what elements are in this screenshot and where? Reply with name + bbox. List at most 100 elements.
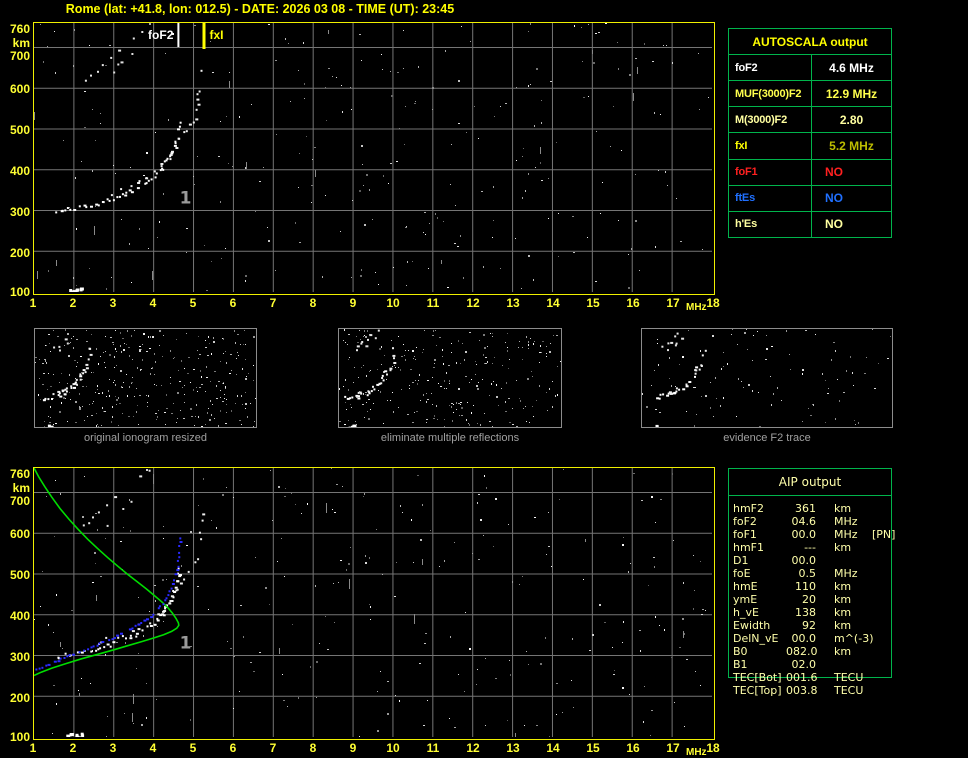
aip-cell: ymE [733,593,786,606]
x-tick-label: 2 [70,741,77,755]
x-tick-label: 14 [546,741,559,755]
y-tick-label: km [0,36,30,50]
autoscala-row-fxI: fxI5.2 MHz [729,132,891,158]
x-tick-label: 8 [310,296,317,310]
x-tick-label: 13 [506,296,519,310]
autoscala-row-value: NO [812,186,891,211]
y-tick-label: 200 [0,691,30,705]
aip-row-Ewidth: Ewidth92km [733,619,903,632]
x-tick-label: 11 [427,741,440,755]
y-tick-label: 500 [0,568,30,582]
y-tick-label: 100 [0,285,30,299]
aip-row-foF2: foF204.6 MHz [733,515,903,528]
aip-cell: MHz [834,528,872,541]
aip-row-D1: D100.0 [733,554,903,567]
x-tick-label: 5 [190,741,197,755]
aip-cell: km [834,645,872,658]
station-date-time-title: Rome (lat: +41.8, lon: 012.5) - DATE: 20… [0,2,520,16]
autoscala-row-MUF(3000)F2: MUF(3000)F212.9 MHz [729,80,891,106]
thumbnail-2-canvas [339,329,561,427]
x-tick-label: 16 [626,296,639,310]
y-tick-label: 300 [0,650,30,664]
autoscala-row-foF2: foF24.6 MHz [729,54,891,80]
x-tick-label: 7 [270,741,277,755]
autoscala-row-label: fxI [729,133,812,158]
aip-cell: foF2 [733,515,786,528]
top-ionogram-canvas: foF2fxI1 [34,23,712,292]
autoscala-row-label: foF2 [729,55,812,80]
thumbnail-1-caption: original ionogram resized [34,432,257,444]
y-tick-label: 100 [0,730,30,744]
aip-row-DelN_vE: DelN_vE00.0m^(-3) [733,632,903,645]
x-tick-label: 8 [310,741,317,755]
x-tick-label: 17 [666,296,679,310]
aip-cell: [PN] [872,528,895,541]
aip-cell: 02.0 [786,658,816,671]
aip-cell: h_vE [733,606,786,619]
aip-cell: 00.0 [786,554,816,567]
top-x-axis-unit: MHz [686,302,707,313]
autoscala-output-table: AUTOSCALA output foF24.6 MHzMUF(3000)F21… [728,28,892,238]
aip-cell: hmF2 [733,502,786,515]
y-tick-label: 700 [0,49,30,63]
thumbnail-3-canvas [642,329,892,427]
x-tick-label: 3 [110,741,117,755]
x-tick-label: 12 [466,741,479,755]
aip-cell: 001.6 [786,671,816,684]
thumbnail-eliminate-reflections [338,328,562,428]
aip-cell: 0.5 [786,567,816,580]
aip-row-TEC[Bot]: TEC[Bot]001.6 TECU [733,671,903,684]
x-tick-label: 3 [110,296,117,310]
aip-cell: MHz [834,515,872,528]
x-tick-label: 17 [666,741,679,755]
x-tick-label: 6 [230,296,237,310]
aip-cell: Ewidth [733,619,786,632]
aip-cell: km [834,502,872,515]
aip-row-foF1: foF100.0MHz[PN] [733,528,903,541]
autoscala-row-label: h'Es [729,212,812,237]
y-tick-label: 760 [0,467,30,481]
aip-cell: km [834,619,872,632]
y-tick-label: 600 [0,82,30,96]
aip-cell: 082.0 [786,645,816,658]
autoscala-row-ftEs: ftEsNO [729,185,891,211]
thumbnail-evidence-f2-trace [641,328,893,428]
aip-cell: --- [786,541,816,554]
bottom-ionogram-canvas: 1 [34,468,712,737]
aip-cell: km [834,541,872,554]
y-tick-label: km [0,481,30,495]
aip-row-hmF2: hmF2361 km [733,502,903,515]
x-tick-label: 4 [150,741,157,755]
aip-cell: 361 [786,502,816,515]
y-tick-label: 760 [0,22,30,36]
aip-cell: D1 [733,554,786,567]
aip-cell: hmF1 [733,541,786,554]
svg-text:1: 1 [180,633,192,653]
y-tick-label: 400 [0,609,30,623]
aip-cell: m^(-3) [834,632,872,645]
x-tick-label: 9 [350,741,357,755]
aip-row-B1: B102.0 [733,658,903,671]
x-tick-label: 6 [230,741,237,755]
autoscala-table-rows: foF24.6 MHzMUF(3000)F212.9 MHzM(3000)F22… [729,54,891,237]
aip-cell: TECU [834,671,872,684]
x-tick-label: 9 [350,296,357,310]
aip-cell: 110 [786,580,816,593]
autoscala-row-label: ftEs [729,186,812,211]
aip-row-hmF1: hmF1--- km [733,541,903,554]
aip-cell: TECU [834,684,872,697]
x-tick-label: 11 [427,296,440,310]
x-tick-label: 1 [30,741,37,755]
aip-cell: TEC[Bot] [733,671,786,684]
bottom-ionogram-plot: 1 [33,467,715,740]
x-tick-label: 18 [706,741,719,755]
y-tick-label: 500 [0,123,30,137]
autoscala-table-header: AUTOSCALA output [729,29,891,54]
aip-cell: foF1 [733,528,786,541]
thumbnail-1-canvas [35,329,256,427]
x-tick-label: 12 [466,296,479,310]
aip-table-rows: hmF2361kmfoF204.6MHzfoF100.0MHz[PN]hmF1-… [733,502,903,697]
aip-cell: 04.6 [786,515,816,528]
x-tick-label: 16 [626,741,639,755]
x-tick-label: 15 [586,296,599,310]
